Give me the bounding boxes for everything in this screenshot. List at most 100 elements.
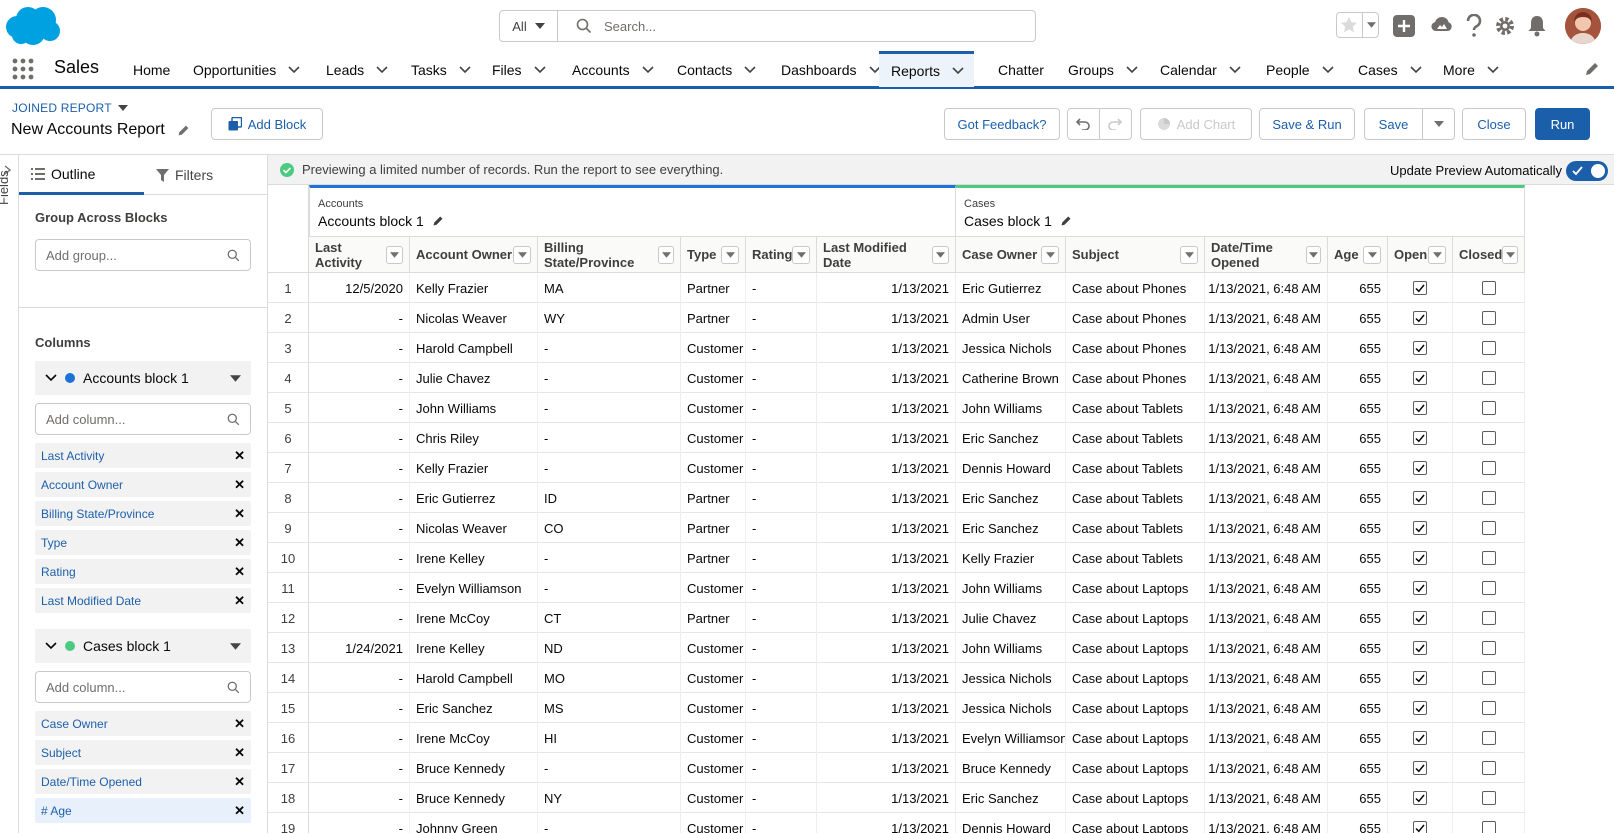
salesforce-logo[interactable] (3, 5, 61, 47)
column-header-billing-state[interactable]: Billing State/Province (538, 237, 681, 273)
column-header-type[interactable]: Type (681, 237, 746, 273)
chevron-down-icon[interactable] (1410, 65, 1422, 74)
app-launcher-icon[interactable] (12, 58, 34, 80)
nav-item-dashboards[interactable]: Dashboards (781, 52, 881, 87)
column-pill[interactable]: Account Owner ✕ (35, 472, 251, 497)
nav-item-cases[interactable]: Cases (1358, 52, 1422, 87)
column-menu-button[interactable] (1305, 245, 1321, 264)
save-menu-button[interactable] (1423, 109, 1454, 139)
column-header-last-modified-date[interactable]: Last Modified Date (817, 237, 956, 273)
nav-item-home[interactable]: Home (133, 52, 170, 87)
save-and-run-button[interactable]: Save & Run (1259, 108, 1355, 140)
edit-nav-icon[interactable] (1584, 61, 1600, 77)
chevron-down-icon[interactable] (1229, 65, 1241, 74)
nav-item-opportunities[interactable]: Opportunities (193, 52, 300, 87)
add-column-input[interactable]: Add column... (35, 403, 251, 435)
add-block-button[interactable]: Add Block (211, 108, 323, 140)
column-menu-button[interactable] (513, 245, 531, 264)
nav-item-calendar[interactable]: Calendar (1160, 52, 1241, 87)
column-header-case-owner[interactable]: Case Owner (956, 237, 1066, 273)
chevron-down-icon[interactable] (288, 65, 300, 74)
column-menu-button[interactable] (1428, 245, 1446, 264)
help-button[interactable] (1465, 14, 1483, 38)
column-pill[interactable]: # Age ✕ (35, 798, 251, 823)
nav-item-more[interactable]: More (1443, 52, 1499, 87)
remove-column-icon[interactable]: ✕ (234, 745, 245, 761)
column-menu-button[interactable] (721, 245, 739, 264)
add-column-input[interactable]: Add column... (35, 671, 251, 703)
add-chart-button[interactable]: Add Chart (1140, 108, 1252, 140)
notifications-button[interactable] (1527, 15, 1547, 37)
column-pill[interactable]: Last Modified Date ✕ (35, 588, 251, 613)
pencil-icon[interactable] (1060, 215, 1072, 227)
fields-panel-toggle[interactable]: Fields (0, 155, 19, 833)
column-header-last-activity[interactable]: Last Activity (309, 237, 410, 273)
nav-item-people[interactable]: People (1266, 52, 1334, 87)
column-menu-button[interactable] (1363, 245, 1381, 264)
setup-button[interactable] (1494, 15, 1516, 37)
chevron-down-icon[interactable] (45, 642, 57, 650)
nav-item-contacts[interactable]: Contacts (677, 52, 756, 87)
chevron-down-icon[interactable] (45, 374, 57, 382)
nav-item-groups[interactable]: Groups (1068, 52, 1138, 87)
global-actions-button[interactable] (1393, 15, 1415, 37)
close-button[interactable]: Close (1462, 108, 1526, 140)
column-menu-button[interactable] (386, 245, 403, 264)
chevron-down-icon[interactable] (533, 65, 546, 74)
nav-item-chatter[interactable]: Chatter (998, 52, 1044, 87)
remove-column-icon[interactable]: ✕ (234, 803, 245, 819)
chevron-down-icon[interactable] (459, 65, 471, 74)
tab-filters[interactable]: Filters (156, 155, 213, 195)
column-pill[interactable]: Subject ✕ (35, 740, 251, 765)
column-menu-button[interactable] (1502, 245, 1518, 264)
block-menu-button[interactable] (230, 374, 241, 382)
remove-column-icon[interactable]: ✕ (234, 564, 245, 580)
column-menu-button[interactable] (658, 245, 674, 264)
block-menu-button[interactable] (230, 642, 241, 650)
trailhead-button[interactable] (1430, 14, 1454, 38)
add-group-input[interactable]: Add group... (35, 239, 251, 271)
column-header-account-owner[interactable]: Account Owner (410, 237, 538, 273)
column-header-closed[interactable]: Closed (1453, 237, 1525, 273)
remove-column-icon[interactable]: ✕ (234, 716, 245, 732)
report-type-menu[interactable]: JOINED REPORT (12, 101, 128, 115)
chevron-down-icon[interactable] (1126, 65, 1138, 74)
update-preview-toggle[interactable] (1566, 161, 1608, 181)
sidebar-block-cases[interactable]: Cases block 1 (35, 629, 251, 663)
pencil-icon[interactable] (177, 124, 190, 137)
nav-item-tasks[interactable]: Tasks (411, 52, 471, 87)
avatar[interactable] (1565, 8, 1601, 44)
remove-column-icon[interactable]: ✕ (234, 593, 245, 609)
column-pill[interactable]: Rating ✕ (35, 559, 251, 584)
sidebar-block-accounts[interactable]: Accounts block 1 (35, 361, 251, 395)
nav-item-files[interactable]: Files (492, 52, 546, 87)
remove-column-icon[interactable]: ✕ (234, 506, 245, 522)
column-pill[interactable]: Last Activity ✕ (35, 443, 251, 468)
column-header-date-time-opened[interactable]: Date/Time Opened (1205, 237, 1328, 273)
column-header-subject[interactable]: Subject (1066, 237, 1205, 273)
column-pill[interactable]: Case Owner ✕ (35, 711, 251, 736)
chevron-down-icon[interactable] (376, 65, 388, 74)
save-button[interactable]: Save (1365, 109, 1423, 139)
nav-item-leads[interactable]: Leads (326, 52, 388, 87)
remove-column-icon[interactable]: ✕ (234, 535, 245, 551)
nav-item-reports[interactable]: Reports (879, 51, 974, 87)
column-pill[interactable]: Billing State/Province ✕ (35, 501, 251, 526)
column-pill[interactable]: Date/Time Opened ✕ (35, 769, 251, 794)
chevron-down-icon[interactable] (642, 65, 654, 74)
tab-outline[interactable]: Outline (19, 155, 144, 195)
run-button[interactable]: Run (1535, 108, 1590, 140)
undo-button[interactable] (1068, 109, 1100, 139)
chevron-down-icon[interactable] (1322, 65, 1334, 74)
favorites-button[interactable] (1336, 12, 1379, 38)
column-header-open[interactable]: Open (1388, 237, 1453, 273)
search-scope-select[interactable]: All (500, 11, 558, 41)
remove-column-icon[interactable]: ✕ (234, 448, 245, 464)
column-header-age[interactable]: Age (1328, 237, 1388, 273)
chevron-down-icon[interactable] (952, 66, 964, 75)
remove-column-icon[interactable]: ✕ (234, 774, 245, 790)
column-menu-button[interactable] (1041, 245, 1059, 264)
redo-button[interactable] (1100, 109, 1131, 139)
chevron-down-icon[interactable] (1487, 65, 1499, 74)
column-menu-button[interactable] (1180, 245, 1198, 264)
